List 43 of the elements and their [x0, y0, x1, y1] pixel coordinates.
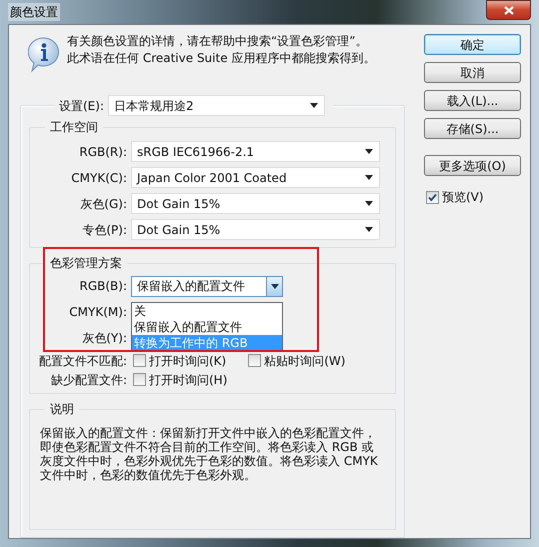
more-options-button[interactable]: 更多选项(O)	[424, 155, 521, 176]
group-title: 说明	[49, 401, 75, 418]
field-label: 灰色(Y):	[81, 330, 127, 347]
checkmark-icon	[428, 192, 437, 202]
description-text: 保留嵌入的配置文件：保留新打开文件中嵌入的色彩配置文件，即使色彩配置文件不符合目前的工作空间。将色彩读入 RGB 或灰度文件中时，色彩外观优先于色彩的数值。将色彩读入 CMYK 文件中时，色彩的数值优先于色彩外观。	[39, 425, 379, 482]
dropdown-option[interactable]: 保留嵌入的配置文件	[132, 319, 282, 335]
field-label: RGB(B):	[78, 278, 127, 295]
profile-dropdown[interactable]: Dot Gain 15%	[131, 193, 380, 214]
close-button[interactable]	[486, 0, 531, 20]
checkbox[interactable]: 粘贴时询问(W)	[248, 352, 346, 370]
profile-dropdown[interactable]: Dot Gain 15%	[131, 219, 380, 240]
checkbox[interactable]: 打开时询问(K)	[133, 352, 226, 370]
dropdown-arrow-icon	[310, 103, 318, 108]
field-label: CMYK(M):	[68, 304, 127, 321]
profile-dropdown[interactable]: Japan Color 2001 Coated	[131, 167, 380, 188]
field-label: 设置(E):	[59, 98, 104, 114]
settings-dropdown[interactable]: 日本常规用途2	[108, 95, 325, 116]
group-title: 色彩管理方案	[49, 255, 123, 272]
checkbox[interactable]: 打开时询问(H)	[133, 370, 228, 388]
field-label: 灰色(G):	[79, 196, 127, 212]
profile-dropdown[interactable]: sRGB IEC61966-2.1	[131, 141, 380, 162]
policy-dropdown[interactable]: 保留嵌入的配置文件	[131, 276, 283, 296]
field-label: 专色(P):	[81, 222, 127, 238]
info-icon	[28, 37, 60, 73]
field-label: CMYK(C):	[70, 170, 127, 186]
field-label: 配置文件不匹配:	[38, 352, 127, 370]
dropdown-arrow-icon	[365, 175, 373, 180]
dropdown-arrow-icon	[365, 201, 373, 206]
field-label: RGB(R):	[78, 144, 127, 160]
checkbox[interactable]: 预览(V)	[426, 188, 521, 206]
field-label: 缺少配置文件:	[50, 372, 127, 388]
dialog-button[interactable]: 存储(S)...	[424, 118, 521, 139]
dropdown-arrow-icon	[365, 227, 373, 232]
dialog-button[interactable]: 取消	[424, 62, 521, 83]
close-icon	[504, 6, 514, 14]
dropdown-option[interactable]: 关	[132, 303, 282, 319]
window-title: 颜色设置	[8, 3, 60, 21]
dropdown-arrow-icon	[365, 149, 373, 154]
dialog-button[interactable]: 确定	[424, 34, 521, 55]
dialog-button[interactable]: 载入(L)...	[424, 90, 521, 111]
group-title: 工作空间	[49, 119, 99, 136]
info-message: 有关颜色设置的详情，请在帮助中搜索“设置色彩管理”。 此术语在任何 Creative Suite 应用程序中都能搜索得到。	[67, 33, 376, 67]
dropdown-arrow-icon	[270, 284, 278, 288]
